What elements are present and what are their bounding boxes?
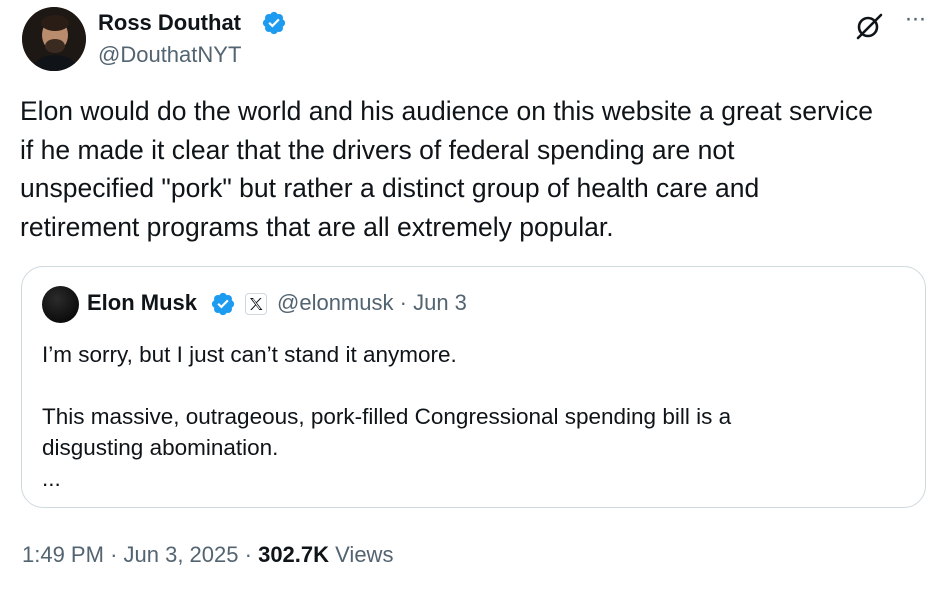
author-avatar[interactable] [22,7,86,71]
tweet-text: Elon would do the world and his audience… [20,96,873,242]
grok-icon[interactable] [854,11,884,41]
more-icon[interactable]: ··· [900,7,930,34]
quoted-separator: · [399,290,407,315]
tweet-time[interactable]: 1:49 PM [22,542,104,567]
quoted-author-name[interactable]: Elon Musk [87,289,197,317]
author-handle[interactable]: @DouthatNYT [98,42,241,68]
views-count: 302.7K [258,542,330,567]
views-label: Views [335,542,394,567]
quoted-author-avatar[interactable] [42,286,79,323]
footer-separator-2: · [244,542,252,567]
tweet-footer: 1:49 PM · Jun 3, 2025 · 302.7K Views [22,540,393,570]
footer-separator: · [110,542,118,567]
quoted-tweet-card[interactable]: Elon Musk @elonmusk · Jun 3 I’m sorry, b… [21,266,926,508]
author-avatar-image [22,7,86,71]
x-logo-icon [245,293,267,315]
quoted-verified-badge-icon [211,292,235,316]
verified-badge-icon [262,11,286,35]
quoted-meta: @elonmusk · Jun 3 [277,289,467,317]
quoted-handle[interactable]: @elonmusk [277,290,394,315]
quoted-date[interactable]: Jun 3 [413,290,467,315]
author-name[interactable]: Ross Douthat [98,9,241,37]
quoted-tweet-text: I’m sorry, but I just can’t stand it any… [42,342,732,491]
tweet-date[interactable]: Jun 3, 2025 [124,542,239,567]
